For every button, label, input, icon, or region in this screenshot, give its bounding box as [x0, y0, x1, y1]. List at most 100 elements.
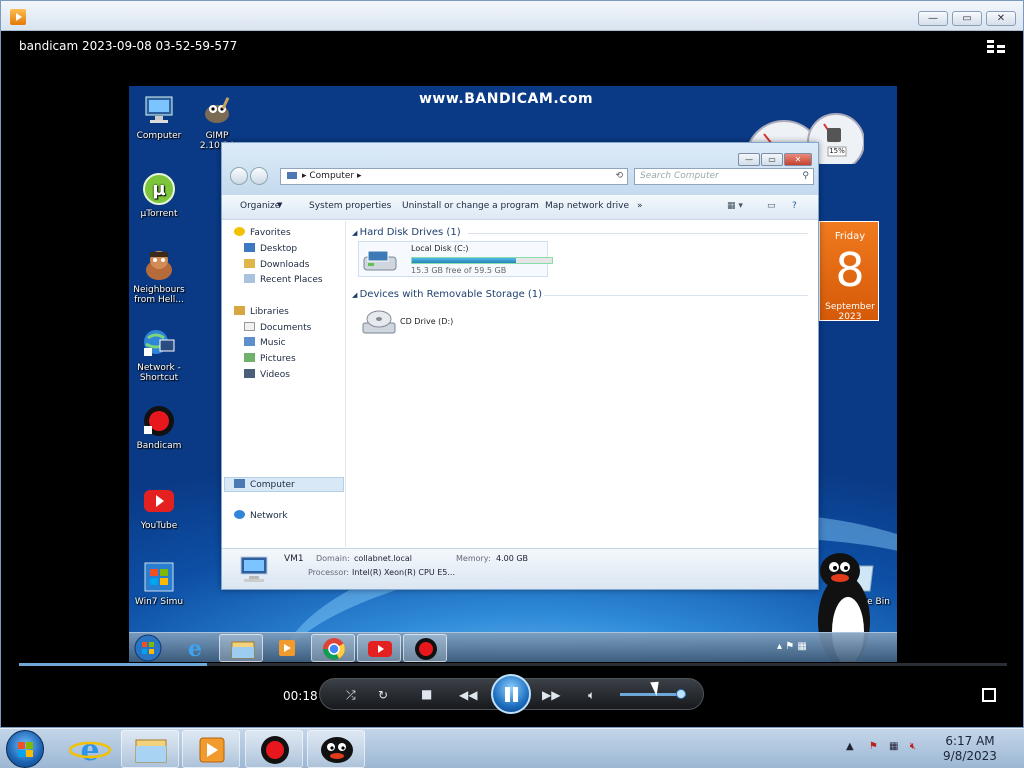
music-icon — [244, 337, 255, 346]
start-orb-icon — [18, 742, 25, 749]
nav-favorites[interactable]: Favorites — [234, 227, 291, 238]
title-bar[interactable]: — ▭ ✕ — [1, 1, 1023, 31]
organize-button[interactable]: Organize — [240, 201, 280, 211]
bandicam-icon — [415, 638, 437, 660]
show-hidden-icons-icon[interactable]: ▲ — [846, 741, 854, 752]
inner-taskbar: e ▴ ⚑ ▦ — [129, 632, 897, 662]
explorer-minimize-button[interactable]: — — [738, 153, 760, 166]
svg-text:e: e — [80, 733, 99, 768]
taskbar-ie-button[interactable]: e — [61, 730, 119, 768]
bandicam-icon — [142, 404, 176, 438]
repeat-icon[interactable]: ↻ — [378, 687, 388, 703]
explorer-maximize-button[interactable]: ▭ — [761, 153, 783, 166]
media-player-taskbar-button[interactable] — [265, 634, 309, 662]
gimp-icon — [200, 94, 234, 128]
stop-icon[interactable]: ■ — [421, 686, 432, 702]
local-disk-c[interactable]: Local Disk (C:) 15.3 GB free of 59.5 GB — [358, 241, 553, 277]
speaker-muted-icon[interactable]: 🔇︎ — [910, 741, 916, 752]
action-center-icon[interactable]: ⚑ — [869, 741, 878, 752]
desktop-icon-network[interactable]: Network - Shortcut — [129, 326, 189, 383]
group-divider — [468, 233, 808, 234]
desktop-icon-label: Bandicam — [136, 441, 182, 451]
close-button[interactable]: ✕ — [986, 11, 1016, 26]
explorer-caption-buttons: — ▭ ✕ — [737, 147, 812, 166]
group-removable-storage[interactable]: ◢ Devices with Removable Storage (1) — [352, 289, 542, 300]
taskbar-bandicam-button[interactable] — [245, 730, 303, 768]
desktop-icon-bandicam[interactable]: Bandicam — [129, 404, 189, 451]
pause-button[interactable] — [491, 674, 531, 714]
video-frame[interactable]: www.BANDICAM.com Computer GIMP 2.10.24 µ… — [129, 86, 897, 662]
more-commands-button[interactable]: » — [637, 201, 643, 211]
search-placeholder: Search Computer — [640, 171, 719, 181]
back-button[interactable] — [230, 167, 248, 185]
desktop-icon-computer[interactable]: Computer — [129, 94, 189, 141]
volume-slider-knob[interactable] — [676, 689, 686, 699]
navigation-pane: Favorites Desktop Downloads Recent Place… — [222, 221, 346, 547]
nav-computer[interactable]: Computer — [234, 479, 295, 490]
chevron-down-icon: ▼ — [277, 201, 283, 209]
help-icon[interactable]: ? — [792, 201, 797, 211]
nav-network[interactable]: Network — [234, 510, 288, 521]
fullscreen-icon[interactable] — [982, 688, 996, 702]
view-options-icon[interactable]: ▦ ▾ — [727, 201, 743, 211]
cd-drive-d[interactable]: CD Drive (D:) — [358, 307, 478, 341]
breadcrumb: Computer — [309, 171, 355, 181]
group-hard-disk-drives[interactable]: ◢ Hard Disk Drives (1) — [352, 227, 461, 238]
utorrent-icon: µ — [142, 172, 176, 206]
now-playing-title: bandicam 2023-09-08 03-52-59-577 — [19, 39, 238, 53]
explorer-taskbar-button[interactable] — [219, 634, 263, 662]
previous-icon[interactable]: ◀◀ — [459, 687, 477, 703]
desktop-icon-label: µTorrent — [140, 209, 178, 219]
nav-documents[interactable]: Documents — [244, 322, 311, 333]
taskbar-explorer-button[interactable] — [121, 730, 179, 768]
address-bar[interactable]: ▸ Computer ▸ ⟲ — [280, 168, 628, 185]
bandicam-taskbar-button[interactable] — [403, 634, 447, 662]
youtube-icon — [142, 484, 176, 518]
map-network-drive-button[interactable]: Map network drive — [545, 201, 629, 211]
desktop-icon-neighbours[interactable]: Neighbours from Hell... — [129, 248, 189, 305]
network-status-icon[interactable]: ▦ — [889, 741, 898, 752]
volume-icon[interactable]: 🔈︎ — [588, 687, 595, 703]
drive-name: Local Disk (C:) — [411, 244, 469, 253]
restore-button[interactable]: ▭ — [952, 11, 982, 26]
clock-date: 9/8/2023 — [943, 749, 997, 763]
taskbar-media-player-button[interactable] — [182, 730, 240, 768]
nav-desktop[interactable]: Desktop — [244, 243, 297, 254]
explorer-close-button[interactable]: ✕ — [784, 153, 812, 166]
youtube-taskbar-button[interactable] — [357, 634, 401, 662]
nav-pictures[interactable]: Pictures — [244, 353, 296, 364]
minimize-button[interactable]: — — [918, 11, 948, 26]
nav-videos[interactable]: Videos — [244, 369, 290, 380]
clock-time: 6:17 AM — [945, 734, 995, 748]
processor-value: Intel(R) Xeon(R) CPU E5... — [352, 568, 455, 577]
content-pane: ◢ Hard Disk Drives (1) Local Disk (C:) 1… — [348, 221, 816, 547]
calendar-month: September 2023 — [825, 302, 875, 322]
nav-recent-places[interactable]: Recent Places — [244, 274, 323, 285]
forward-button[interactable] — [250, 167, 268, 185]
chrome-taskbar-button[interactable] — [311, 634, 355, 662]
start-button[interactable] — [6, 730, 44, 768]
libraries-icon — [234, 306, 245, 315]
svg-text:e: e — [188, 636, 202, 662]
preview-pane-icon[interactable]: ▭ — [767, 201, 776, 211]
nav-libraries[interactable]: Libraries — [234, 306, 289, 317]
shuffle-icon[interactable]: ⤮ — [346, 687, 356, 703]
uninstall-program-button[interactable]: Uninstall or change a program — [402, 201, 539, 211]
search-box[interactable]: Search Computer ⚲ — [634, 168, 814, 185]
next-icon[interactable]: ▶▶ — [542, 687, 560, 703]
seek-progress — [19, 663, 207, 666]
nav-music[interactable]: Music — [244, 337, 286, 348]
now-playing-header: bandicam 2023-09-08 03-52-59-577 — [1, 32, 1023, 62]
desktop-icon-win7[interactable]: Win7 Simu — [129, 560, 189, 607]
internet-explorer-icon: e — [188, 636, 202, 662]
refresh-icon[interactable]: ⟲ — [615, 169, 623, 184]
nav-downloads[interactable]: Downloads — [244, 259, 309, 270]
ie-taskbar-button[interactable]: e — [173, 634, 217, 662]
desktop-icon-youtube[interactable]: YouTube — [129, 484, 189, 531]
taskbar-pingu-button[interactable] — [307, 730, 365, 768]
desktop-icon-utorrent[interactable]: µ µTorrent — [129, 172, 189, 219]
system-properties-button[interactable]: System properties — [309, 201, 391, 211]
switch-to-library-icon[interactable] — [987, 40, 1005, 54]
clock[interactable]: 6:17 AM 9/8/2023 — [930, 734, 1010, 764]
seek-bar[interactable] — [19, 663, 1007, 666]
